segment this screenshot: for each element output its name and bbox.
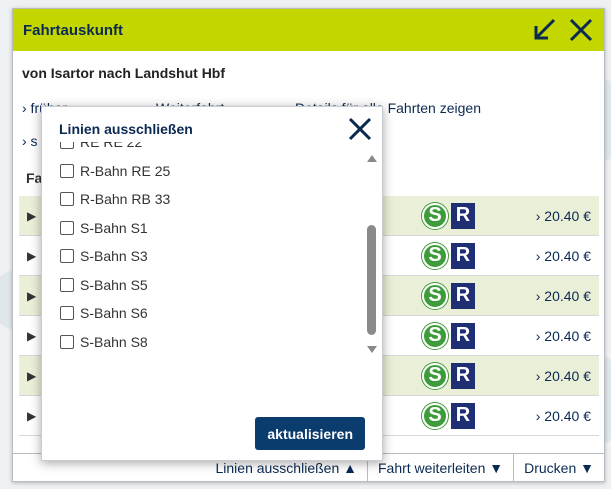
- checkbox[interactable]: [60, 277, 74, 292]
- titlebar: Fahrtauskunft: [13, 9, 604, 51]
- list-item[interactable]: S-Bahn S8: [60, 328, 360, 357]
- price-link[interactable]: › 20.40 €: [519, 368, 591, 384]
- forward-trip-button[interactable]: Fahrt weiterleiten ▼: [366, 454, 513, 481]
- line-label: RE RE 22: [80, 142, 143, 151]
- list-item[interactable]: RE RE 22: [60, 142, 360, 157]
- expand-arrow-icon[interactable]: ▶: [27, 249, 36, 263]
- price-link[interactable]: › 20.40 €: [519, 288, 591, 304]
- expand-arrow-icon[interactable]: ▶: [27, 369, 36, 383]
- exclude-lines-dialog: Linien ausschließen RE RE 22 R-Bahn RE 2…: [41, 106, 383, 461]
- checkbox[interactable]: [60, 220, 74, 235]
- regional-train-icon: R: [451, 242, 475, 269]
- line-checkbox-list: RE RE 22 R-Bahn RE 25 R-Bahn RB 33 S-Bah…: [60, 142, 360, 362]
- minimize-arrow-icon[interactable]: [532, 18, 558, 42]
- checkbox[interactable]: [60, 163, 74, 178]
- scroll-down-icon[interactable]: [367, 346, 377, 353]
- line-label: S-Bahn S3: [80, 248, 148, 265]
- s-bahn-icon: S: [422, 202, 448, 229]
- price-link[interactable]: › 20.40 €: [519, 328, 591, 344]
- regional-train-icon: R: [451, 362, 475, 389]
- regional-train-icon: R: [451, 322, 475, 349]
- window-title: Fahrtauskunft: [23, 21, 124, 39]
- s-bahn-icon: S: [422, 282, 448, 309]
- list-item[interactable]: S-Bahn S6: [60, 299, 360, 328]
- list-scrollbar[interactable]: [365, 155, 379, 353]
- line-label: R-Bahn RE 25: [80, 162, 171, 179]
- dialog-title: Linien ausschließen: [59, 121, 193, 137]
- close-icon[interactable]: [568, 18, 594, 42]
- route-heading: von Isartor nach Landshut Hbf: [22, 65, 226, 81]
- regional-train-icon: R: [451, 402, 475, 429]
- expand-arrow-icon[interactable]: ▶: [27, 289, 36, 303]
- scroll-up-icon[interactable]: [367, 155, 377, 162]
- list-item[interactable]: S-Bahn S5: [60, 271, 360, 300]
- section-label: Fa: [26, 170, 43, 186]
- line-label: S-Bahn S8: [80, 333, 148, 350]
- list-item[interactable]: R-Bahn RB 33: [60, 185, 360, 214]
- checkbox[interactable]: [60, 306, 74, 321]
- s-bahn-icon: S: [422, 242, 448, 269]
- print-button[interactable]: Drucken ▼: [513, 454, 604, 481]
- scroll-thumb[interactable]: [367, 225, 376, 335]
- expand-arrow-icon[interactable]: ▶: [27, 409, 36, 423]
- line-label: R-Bahn RB 33: [80, 191, 171, 208]
- line-label: S-Bahn S5: [80, 276, 148, 293]
- checkbox[interactable]: [60, 334, 74, 349]
- s-bahn-icon: S: [422, 402, 448, 429]
- s-bahn-icon: S: [422, 322, 448, 349]
- list-item[interactable]: S-Bahn S1: [60, 214, 360, 243]
- regional-train-icon: R: [451, 202, 475, 229]
- title-icons: [532, 18, 594, 42]
- checkbox[interactable]: [60, 192, 74, 207]
- s-bahn-icon: S: [422, 362, 448, 389]
- checkbox[interactable]: [60, 142, 74, 150]
- regional-train-icon: R: [451, 282, 475, 309]
- list-item[interactable]: R-Bahn RE 25: [60, 157, 360, 186]
- price-link[interactable]: › 20.40 €: [519, 248, 591, 264]
- line-label: S-Bahn S1: [80, 219, 148, 236]
- price-link[interactable]: › 20.40 €: [519, 408, 591, 424]
- line-label: S-Bahn S6: [80, 305, 148, 322]
- expand-arrow-icon[interactable]: ▶: [27, 329, 36, 343]
- price-link[interactable]: › 20.40 €: [519, 208, 591, 224]
- update-button[interactable]: aktualisieren: [255, 417, 365, 450]
- expand-arrow-icon[interactable]: ▶: [27, 209, 36, 223]
- later-link[interactable]: › s: [22, 133, 38, 149]
- list-item[interactable]: S-Bahn S3: [60, 242, 360, 271]
- checkbox[interactable]: [60, 249, 74, 264]
